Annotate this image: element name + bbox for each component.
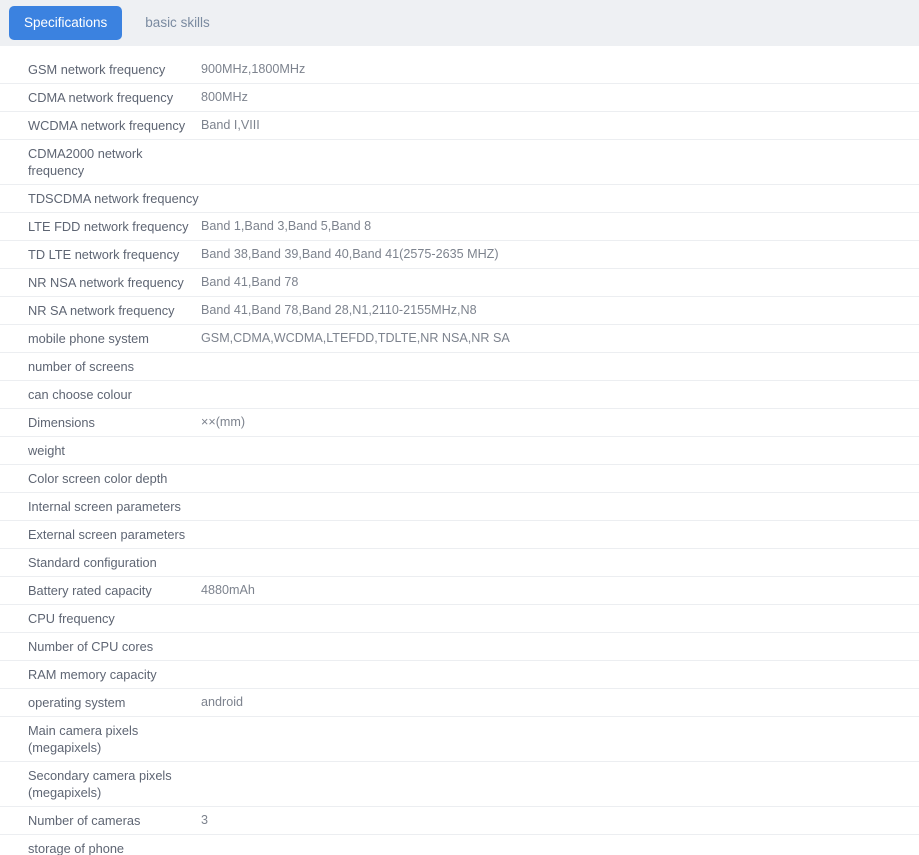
spec-row-label: CPU frequency	[0, 610, 201, 627]
spec-sheet-page: Specifications basic skills GSM network …	[0, 0, 919, 855]
tab-specifications[interactable]: Specifications	[9, 6, 122, 41]
spec-row-value: GSM,CDMA,WCDMA,LTEFDD,TDLTE,NR NSA,NR SA	[201, 330, 919, 347]
spec-row-label: GSM network frequency	[0, 61, 201, 78]
spec-row-label: Dimensions	[0, 414, 201, 431]
specifications-table: GSM network frequency900MHz,1800MHzCDMA …	[0, 46, 919, 855]
spec-row: Main camera pixels (megapixels)	[0, 717, 919, 762]
spec-row-value: Band 41,Band 78	[201, 274, 919, 291]
spec-row: Secondary camera pixels (megapixels)	[0, 762, 919, 807]
spec-row-value: 800MHz	[201, 89, 919, 106]
spec-row-label: TDSCDMA network frequency	[0, 190, 201, 207]
spec-row-label: mobile phone system	[0, 330, 201, 347]
spec-row-label: WCDMA network frequency	[0, 117, 201, 134]
spec-row-value: Band 41,Band 78,Band 28,N1,2110-2155MHz,…	[201, 302, 919, 319]
spec-row-label: CDMA network frequency	[0, 89, 201, 106]
spec-row-value	[201, 498, 919, 515]
spec-row-value	[201, 767, 919, 784]
spec-row-value	[201, 666, 919, 683]
spec-row-value: ××(mm)	[201, 414, 919, 431]
spec-row-value	[201, 386, 919, 403]
spec-row: External screen parameters	[0, 521, 919, 549]
spec-row-value	[201, 358, 919, 375]
spec-row-label: operating system	[0, 694, 201, 711]
spec-row-label: number of screens	[0, 358, 201, 375]
spec-row-label: Color screen color depth	[0, 470, 201, 487]
spec-row-label: NR SA network frequency	[0, 302, 201, 319]
spec-row: TDSCDMA network frequency	[0, 185, 919, 213]
spec-row: Dimensions××(mm)	[0, 409, 919, 437]
spec-row: Number of CPU cores	[0, 633, 919, 661]
spec-row: Internal screen parameters	[0, 493, 919, 521]
spec-row: CPU frequency	[0, 605, 919, 633]
spec-row-label: Main camera pixels (megapixels)	[0, 722, 201, 756]
spec-row-label: RAM memory capacity	[0, 666, 201, 683]
spec-row: GSM network frequency900MHz,1800MHz	[0, 56, 919, 84]
spec-row-label: Standard configuration	[0, 554, 201, 571]
spec-row-value: 4880mAh	[201, 582, 919, 599]
spec-row-value: 900MHz,1800MHz	[201, 61, 919, 78]
spec-row-label: External screen parameters	[0, 526, 201, 543]
spec-row: NR NSA network frequencyBand 41,Band 78	[0, 269, 919, 297]
spec-row-value	[201, 722, 919, 739]
spec-row: Battery rated capacity4880mAh	[0, 577, 919, 605]
spec-row-value: android	[201, 694, 919, 711]
spec-row: TD LTE network frequencyBand 38,Band 39,…	[0, 241, 919, 269]
spec-row-value: Band 1,Band 3,Band 5,Band 8	[201, 218, 919, 235]
spec-row: RAM memory capacity	[0, 661, 919, 689]
spec-row-label: Internal screen parameters	[0, 498, 201, 515]
spec-row-label: storage of phone	[0, 840, 201, 855]
spec-row-value: Band I,VIII	[201, 117, 919, 134]
spec-row-label: TD LTE network frequency	[0, 246, 201, 263]
spec-row-value	[201, 442, 919, 459]
spec-row: Number of cameras3	[0, 807, 919, 835]
spec-row-value: 3	[201, 812, 919, 829]
spec-row-label: Number of CPU cores	[0, 638, 201, 655]
spec-row-label: can choose colour	[0, 386, 201, 403]
spec-row-label: NR NSA network frequency	[0, 274, 201, 291]
spec-row: can choose colour	[0, 381, 919, 409]
spec-row-value	[201, 526, 919, 543]
spec-row-value	[201, 610, 919, 627]
spec-row-label: weight	[0, 442, 201, 459]
spec-row: operating systemandroid	[0, 689, 919, 717]
spec-row: CDMA network frequency800MHz	[0, 84, 919, 112]
spec-row-label: LTE FDD network frequency	[0, 218, 201, 235]
spec-row: storage of phone	[0, 835, 919, 855]
spec-row: CDMA2000 network frequency	[0, 140, 919, 185]
spec-row: NR SA network frequencyBand 41,Band 78,B…	[0, 297, 919, 325]
spec-row-label: Battery rated capacity	[0, 582, 201, 599]
spec-row: number of screens	[0, 353, 919, 381]
spec-row: Standard configuration	[0, 549, 919, 577]
spec-row: weight	[0, 437, 919, 465]
spec-row-value	[201, 638, 919, 655]
spec-row-value	[201, 145, 919, 162]
spec-row-value	[201, 840, 919, 855]
spec-row-value	[201, 470, 919, 487]
spec-row-label: CDMA2000 network frequency	[0, 145, 201, 179]
tab-basic-skills[interactable]: basic skills	[131, 6, 224, 41]
spec-row-value	[201, 554, 919, 571]
spec-row-label: Secondary camera pixels (megapixels)	[0, 767, 201, 801]
spec-row: mobile phone systemGSM,CDMA,WCDMA,LTEFDD…	[0, 325, 919, 353]
spec-row-value: Band 38,Band 39,Band 40,Band 41(2575-263…	[201, 246, 919, 263]
spec-row-value	[201, 190, 919, 207]
tab-bar: Specifications basic skills	[0, 0, 919, 46]
spec-row: LTE FDD network frequencyBand 1,Band 3,B…	[0, 213, 919, 241]
spec-row: WCDMA network frequencyBand I,VIII	[0, 112, 919, 140]
spec-row-label: Number of cameras	[0, 812, 201, 829]
spec-row: Color screen color depth	[0, 465, 919, 493]
